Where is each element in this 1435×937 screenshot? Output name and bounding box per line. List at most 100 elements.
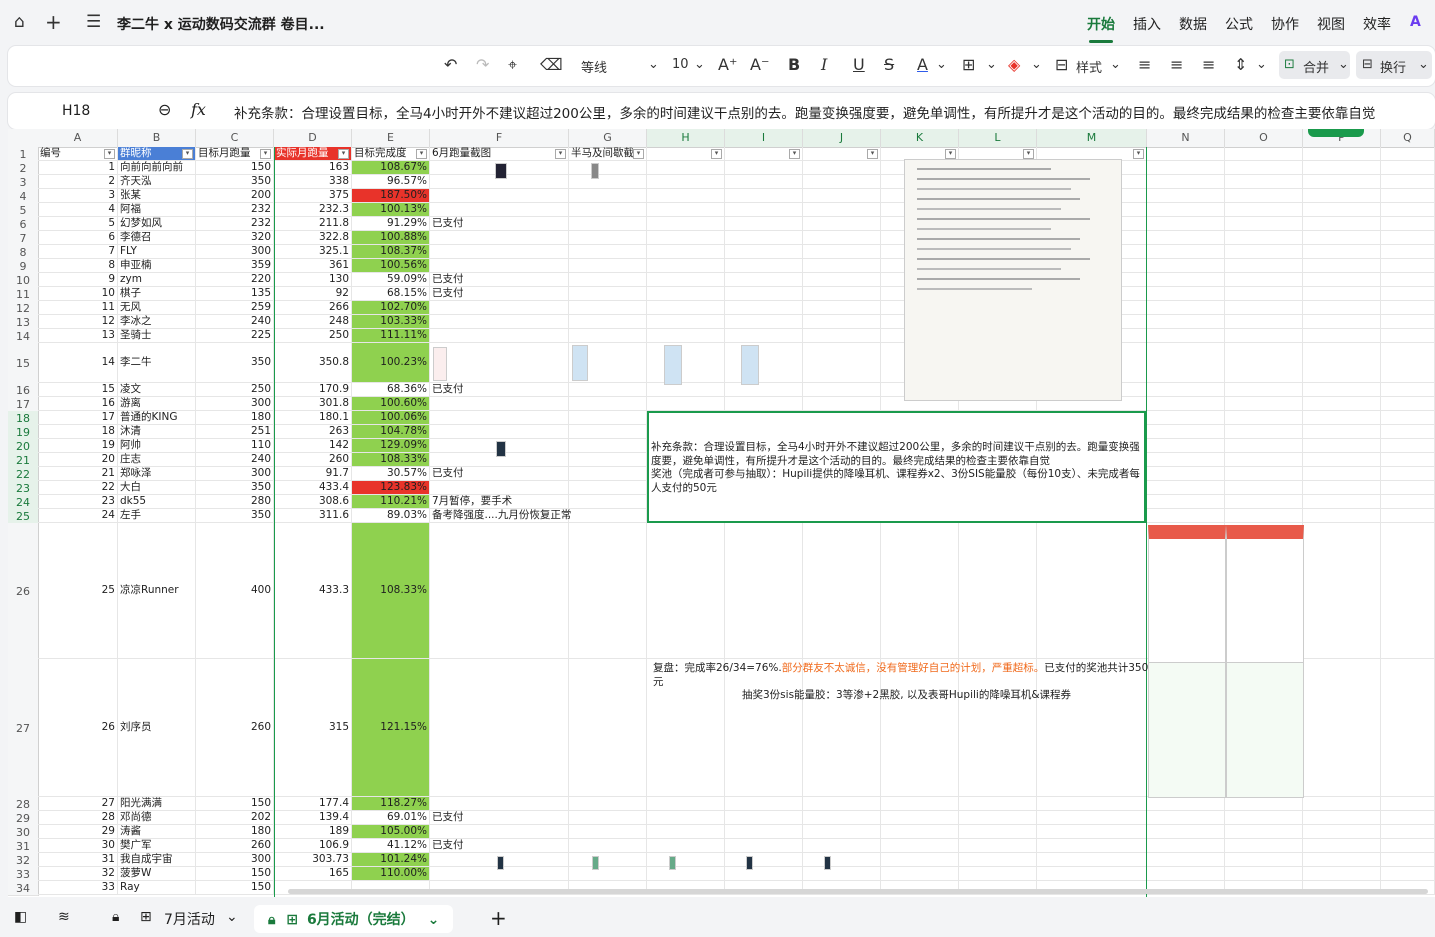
table-cell-target[interactable]: 260 bbox=[196, 839, 274, 853]
grid-cell[interactable] bbox=[1037, 867, 1147, 881]
grid-cell[interactable] bbox=[881, 523, 959, 659]
row-header[interactable]: 19 bbox=[8, 425, 39, 440]
table-cell-pct[interactable]: 187.50% bbox=[352, 189, 430, 203]
grid-cell[interactable] bbox=[569, 867, 647, 881]
grid-cell[interactable] bbox=[1303, 425, 1381, 439]
grid-cell[interactable] bbox=[569, 175, 647, 189]
table-cell-pct[interactable]: 110.00% bbox=[352, 867, 430, 881]
row-header[interactable]: 8 bbox=[8, 245, 39, 260]
grid-cell[interactable] bbox=[1147, 825, 1225, 839]
grid-cell[interactable] bbox=[803, 825, 881, 839]
table-cell-target[interactable]: 225 bbox=[196, 329, 274, 343]
table-cell-target[interactable]: 300 bbox=[196, 245, 274, 259]
grid-cell[interactable] bbox=[1147, 397, 1225, 411]
row-header[interactable]: 4 bbox=[8, 189, 39, 204]
grid-cell[interactable] bbox=[1303, 315, 1381, 329]
grid-cell[interactable] bbox=[803, 315, 881, 329]
grid-cell[interactable] bbox=[1303, 383, 1381, 397]
grid-cell[interactable] bbox=[725, 397, 803, 411]
table-cell-name[interactable]: 幻梦如风 bbox=[118, 217, 196, 231]
grid-cell[interactable] bbox=[1381, 189, 1435, 203]
table-cell-target[interactable]: 180 bbox=[196, 411, 274, 425]
table-cell-pct[interactable]: 108.37% bbox=[352, 245, 430, 259]
table-cell-target[interactable]: 350 bbox=[196, 175, 274, 189]
row-header[interactable]: 12 bbox=[8, 301, 39, 316]
grid-cell[interactable] bbox=[1381, 439, 1435, 453]
table-cell-name[interactable]: 左手 bbox=[118, 509, 196, 523]
table-cell-actual[interactable]: 303.73 bbox=[274, 853, 352, 867]
table-cell-no[interactable]: 18 bbox=[38, 425, 118, 439]
table-cell-name[interactable]: 张某 bbox=[118, 189, 196, 203]
table-cell-target[interactable]: 350 bbox=[196, 343, 274, 383]
table-cell-actual[interactable]: 180.1 bbox=[274, 411, 352, 425]
table-cell-name[interactable]: 圣骑士 bbox=[118, 329, 196, 343]
grid-cell[interactable] bbox=[569, 245, 647, 259]
filter-dropdown-icon[interactable]: ▾ bbox=[945, 149, 956, 159]
table-cell-pct[interactable]: 68.15% bbox=[352, 287, 430, 301]
menu-icon[interactable]: ☰ bbox=[86, 12, 101, 32]
grid-cell[interactable] bbox=[803, 867, 881, 881]
grid-cell[interactable] bbox=[1381, 259, 1435, 273]
column-header[interactable]: H bbox=[647, 129, 725, 148]
grid-cell[interactable] bbox=[569, 509, 647, 523]
thumb-image[interactable] bbox=[824, 856, 831, 870]
table-cell-actual[interactable]: 433.3 bbox=[274, 523, 352, 659]
grid-cell[interactable] bbox=[1147, 343, 1225, 383]
column-header[interactable]: A bbox=[38, 129, 118, 148]
table-cell-name[interactable]: 游离 bbox=[118, 397, 196, 411]
table-cell-target[interactable]: 350 bbox=[196, 509, 274, 523]
grid-cell[interactable] bbox=[1303, 839, 1381, 853]
grid-cell[interactable] bbox=[1381, 467, 1435, 481]
grid-cell[interactable] bbox=[1303, 301, 1381, 315]
column-header[interactable]: B bbox=[118, 129, 196, 148]
grid-cell[interactable] bbox=[647, 189, 725, 203]
table-cell-note[interactable]: 已支付 bbox=[430, 217, 569, 231]
table-cell-actual[interactable]: 325.1 bbox=[274, 245, 352, 259]
table-cell-no[interactable]: 20 bbox=[38, 453, 118, 467]
grid-cell[interactable] bbox=[1225, 301, 1303, 315]
table-cell-name[interactable]: 大白 bbox=[118, 481, 196, 495]
table-cell-no[interactable]: 4 bbox=[38, 203, 118, 217]
table-cell-name[interactable]: 沐清 bbox=[118, 425, 196, 439]
grid-cell[interactable] bbox=[569, 811, 647, 825]
filter-dropdown-icon[interactable]: ▾ bbox=[104, 149, 115, 159]
grid-cell[interactable] bbox=[647, 329, 725, 343]
sheet-tab-june[interactable]: 🔒︎ ⊞ 6月活动（完结） ⌄ bbox=[254, 905, 454, 933]
zoom-icon[interactable]: ⊖ bbox=[158, 100, 171, 119]
column-header[interactable]: O bbox=[1225, 129, 1303, 148]
row-header[interactable]: 32 bbox=[8, 853, 39, 868]
grid-cell[interactable] bbox=[725, 203, 803, 217]
table-cell-target[interactable]: 232 bbox=[196, 203, 274, 217]
table-cell-name[interactable]: 普通的KING bbox=[118, 411, 196, 425]
fill-color-icon[interactable]: ◈ bbox=[1008, 55, 1020, 74]
select-all-corner[interactable] bbox=[8, 129, 39, 148]
filter-dropdown-icon[interactable]: ▾ bbox=[867, 149, 878, 159]
grid-cell[interactable] bbox=[1147, 867, 1225, 881]
table-cell-pct[interactable]: 101.24% bbox=[352, 853, 430, 867]
table-cell-note[interactable]: 备考降强度....九月份恢复正常 bbox=[430, 509, 571, 523]
merge-icon[interactable]: ⊡ bbox=[1284, 57, 1295, 72]
grid-cell[interactable] bbox=[1303, 245, 1381, 259]
column-header[interactable]: E bbox=[352, 129, 430, 148]
grid-cell[interactable] bbox=[803, 853, 881, 867]
redo-icon[interactable]: ↷ bbox=[476, 55, 489, 74]
table-cell-pct[interactable]: 41.12% bbox=[352, 839, 430, 853]
table-cell-no[interactable]: 25 bbox=[38, 523, 118, 659]
grid-cell[interactable] bbox=[1147, 315, 1225, 329]
grid-cell[interactable] bbox=[1381, 659, 1435, 797]
table-cell-note[interactable] bbox=[430, 797, 569, 811]
table-cell-note[interactable] bbox=[430, 659, 569, 797]
table-cell-no[interactable]: 28 bbox=[38, 811, 118, 825]
grid-cell[interactable] bbox=[569, 203, 647, 217]
grid-cell[interactable] bbox=[959, 853, 1037, 867]
table-cell-actual[interactable]: 106.9 bbox=[274, 839, 352, 853]
app-screenshot-1[interactable] bbox=[1148, 525, 1226, 674]
filter-cell[interactable]: ▾ bbox=[803, 147, 881, 161]
table-cell-actual[interactable]: 375 bbox=[274, 189, 352, 203]
table-cell-pct[interactable]: 100.13% bbox=[352, 203, 430, 217]
table-cell-pct[interactable]: 30.57% bbox=[352, 467, 430, 481]
grid-cell[interactable] bbox=[1147, 467, 1225, 481]
grid-cell[interactable] bbox=[647, 397, 725, 411]
grid-cell[interactable] bbox=[1303, 523, 1381, 659]
table-cell-name[interactable]: 阿帅 bbox=[118, 439, 196, 453]
